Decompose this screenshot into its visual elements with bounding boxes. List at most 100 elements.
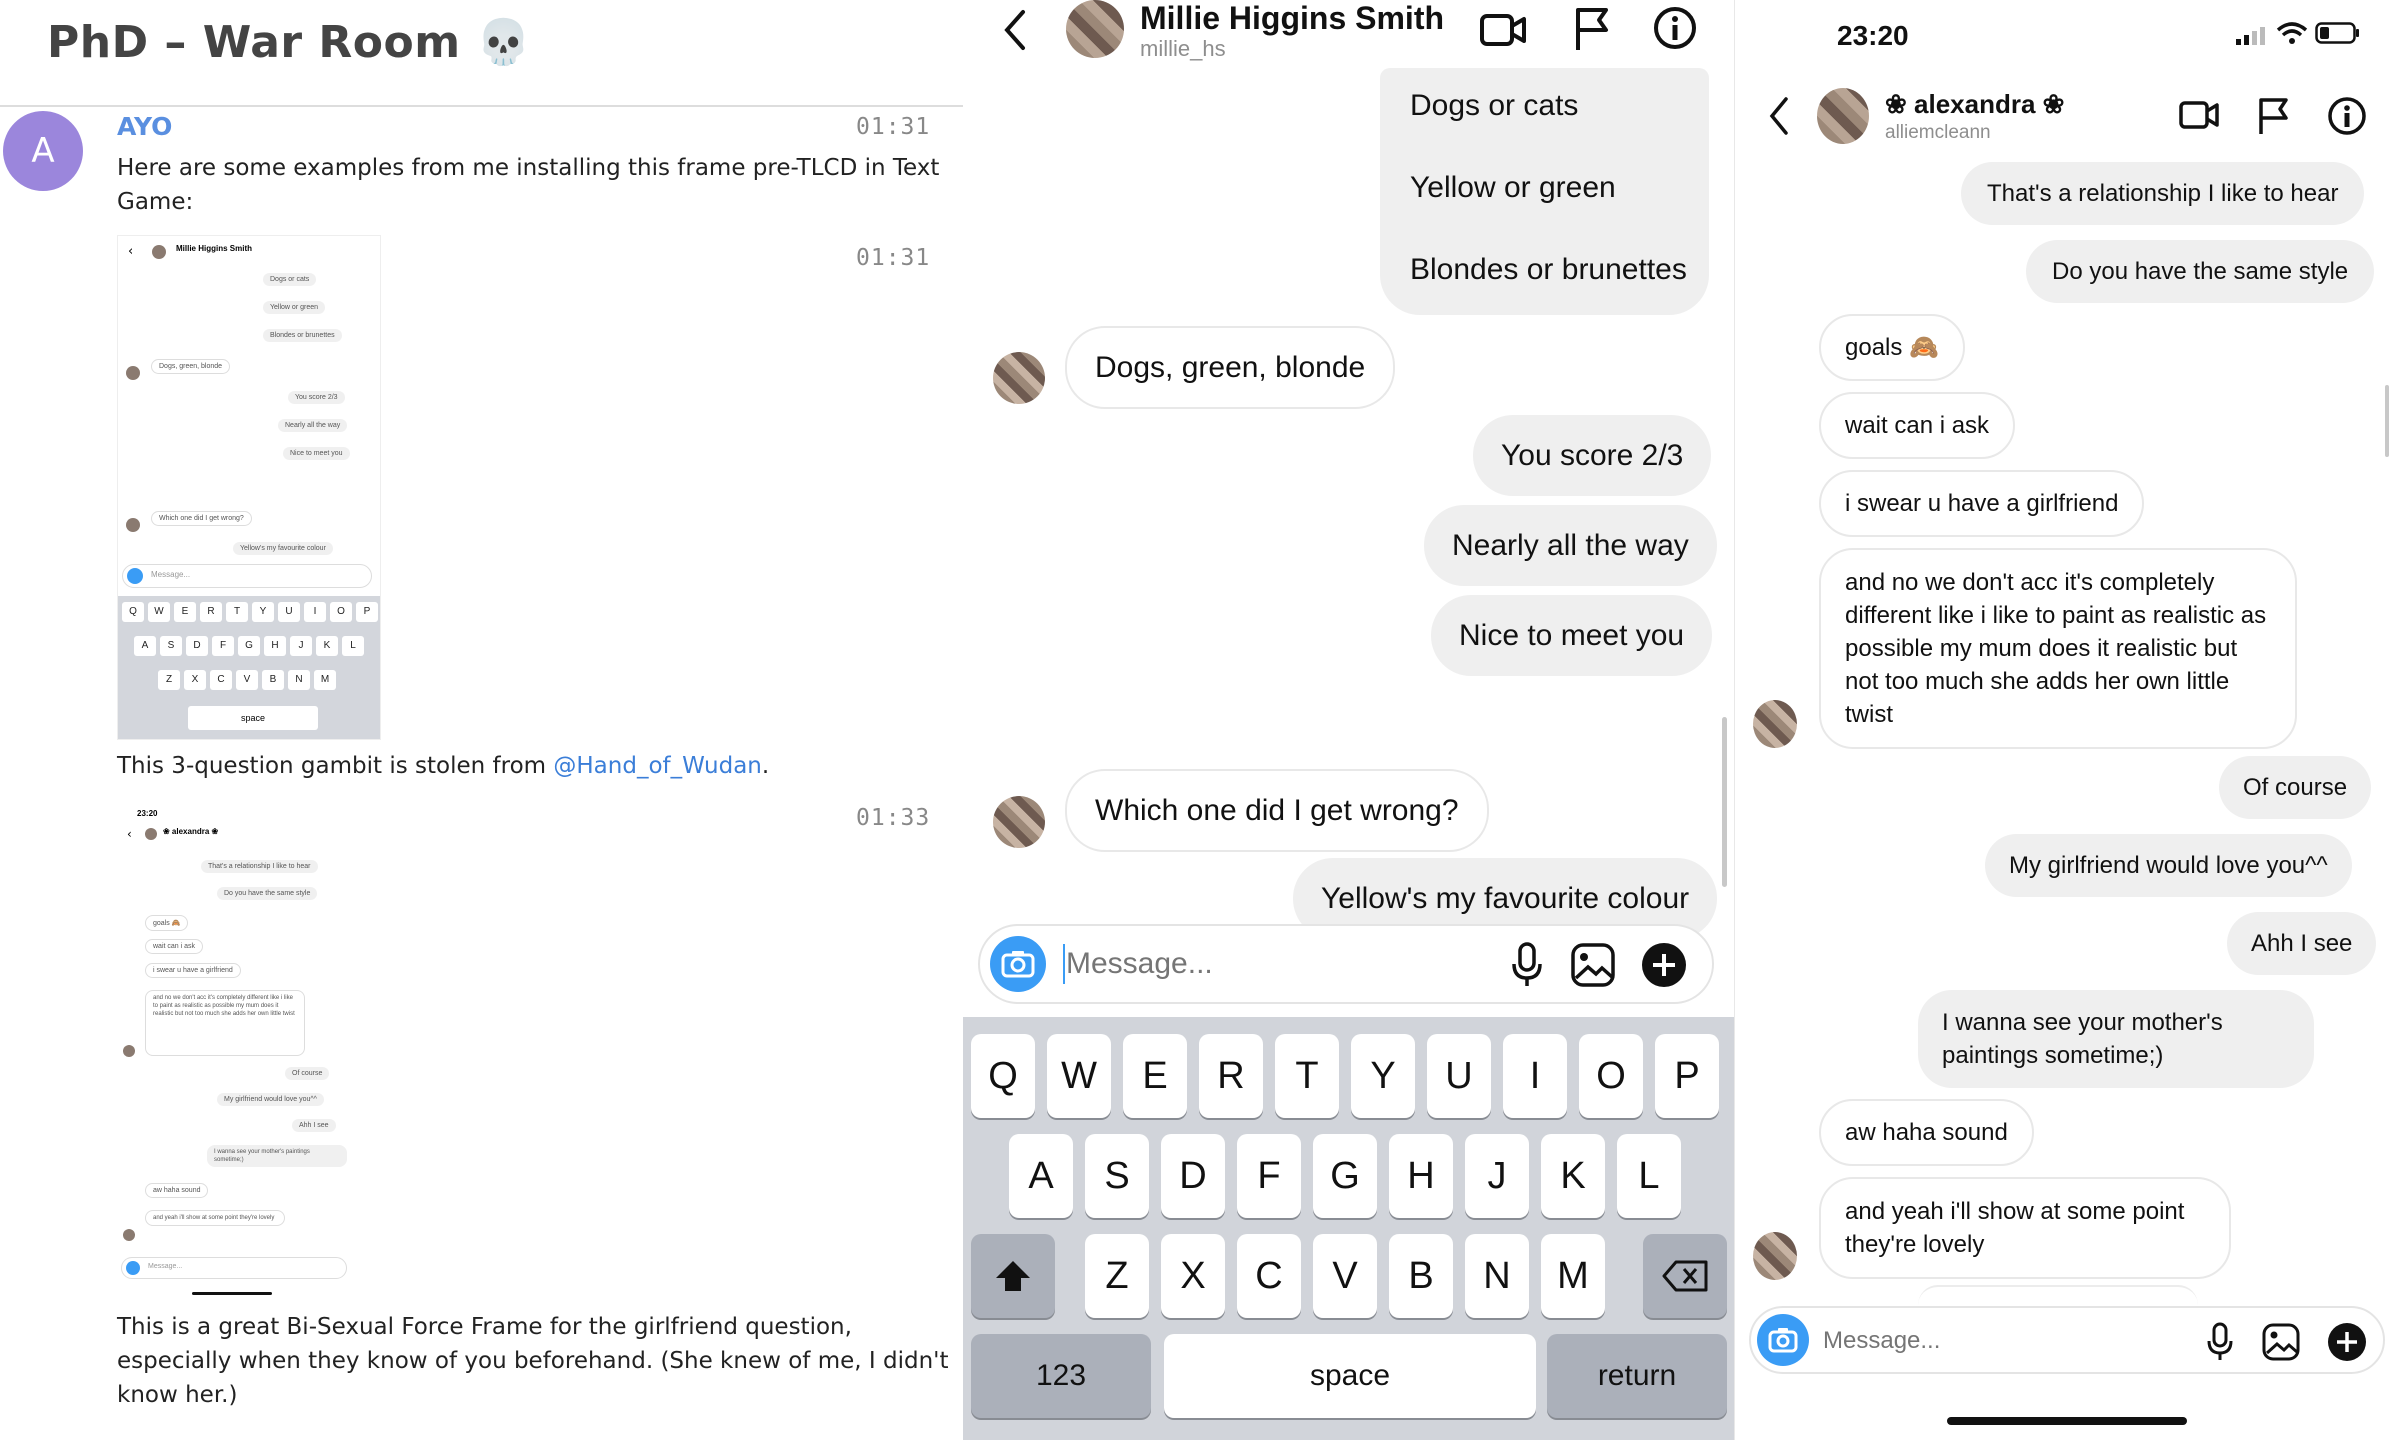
flag-icon[interactable] <box>2257 96 2291 136</box>
avatar <box>126 366 140 380</box>
key-a[interactable]: A <box>1009 1134 1073 1218</box>
flag-icon[interactable] <box>1573 6 1611 52</box>
key-n[interactable]: N <box>1465 1234 1529 1318</box>
key-r[interactable]: R <box>1199 1034 1263 1118</box>
gallery-icon[interactable] <box>2261 1322 2301 1362</box>
avatar <box>145 828 157 840</box>
message-bubble: You score 2/3 <box>1473 415 1712 496</box>
return-key[interactable]: return <box>1547 1334 1727 1418</box>
contact-name[interactable]: Millie Higgins Smith <box>1140 0 1444 37</box>
text-cursor <box>1063 944 1065 984</box>
contact-avatar-small <box>1753 1232 1797 1280</box>
key-x[interactable]: X <box>1161 1234 1225 1318</box>
key-l[interactable]: L <box>1617 1134 1681 1218</box>
key-y[interactable]: Y <box>1351 1034 1415 1118</box>
message-input[interactable] <box>1823 1322 2163 1360</box>
message-timestamp: 01:33 <box>856 805 931 831</box>
author-name[interactable]: AYO <box>117 112 172 141</box>
space-key[interactable]: space <box>1164 1334 1536 1418</box>
onscreen-keyboard: Q W E R T Y U I O P A S D F G H J K L Z … <box>963 1017 1734 1440</box>
message-bubble: Do you have the same style <box>2026 240 2375 304</box>
screenshot-attachment-2[interactable]: 23:20 ‹ ❀ alexandra ❀ That's a relations… <box>117 805 353 1300</box>
back-chevron-icon[interactable] <box>1001 8 1031 52</box>
key-p[interactable]: P <box>1655 1034 1719 1118</box>
shift-key[interactable] <box>971 1234 1055 1318</box>
message-bubble: I wanna see your mother's paintings some… <box>1918 990 2314 1088</box>
back-chevron-icon[interactable] <box>1767 96 1791 136</box>
message-text: Here are some examples from me installin… <box>117 155 940 215</box>
message-bubble: goals 🙈 <box>145 915 189 931</box>
key-c[interactable]: C <box>1237 1234 1301 1318</box>
key-u[interactable]: U <box>1427 1034 1491 1118</box>
key-w[interactable]: W <box>1047 1034 1111 1118</box>
message-bubble: My girlfriend would love you^^ <box>217 1093 324 1106</box>
camera-icon <box>127 568 143 584</box>
message-composer <box>1749 1306 2385 1374</box>
message-input[interactable] <box>1066 942 1466 986</box>
key-m[interactable]: M <box>1541 1234 1605 1318</box>
signal-icon <box>2236 27 2265 45</box>
backspace-key[interactable] <box>1643 1234 1727 1318</box>
avatar <box>123 1229 135 1241</box>
message-bubble: and yeah i'll show at some point they're… <box>145 1210 285 1226</box>
key-g[interactable]: G <box>1313 1134 1377 1218</box>
camera-icon[interactable] <box>1757 1314 1809 1366</box>
screenshot-attachment-1[interactable]: ‹ Millie Higgins Smith Dogs or cats Yell… <box>117 235 381 740</box>
scrollbar-thumb[interactable] <box>1722 717 1727 887</box>
message-bubble: Which one did I get wrong? <box>151 511 252 526</box>
contact-avatar[interactable] <box>1817 88 1869 144</box>
composer: Message... <box>121 1257 347 1279</box>
key-q[interactable]: Q <box>971 1034 1035 1118</box>
key-j[interactable]: J <box>1465 1134 1529 1218</box>
user-mention-link[interactable]: @Hand_of_Wudan <box>553 753 762 779</box>
avatar <box>123 1045 135 1057</box>
contact-avatar[interactable] <box>1066 0 1124 58</box>
mini-keyboard: QWERTYUIOP ASDFGHJKL ZXCVBNM space <box>118 596 380 739</box>
message-bubble: and no we don't acc it's completely diff… <box>145 990 305 1056</box>
key-f[interactable]: F <box>1237 1134 1301 1218</box>
video-call-icon[interactable] <box>2179 98 2219 132</box>
message-bubble: aw haha sound <box>1819 1099 2034 1167</box>
message-text: This 3-question gambit is stolen from @H… <box>117 753 770 779</box>
key-o[interactable]: O <box>1579 1034 1643 1118</box>
grouped-message-bubble: Dogs or cats Yellow or green Blondes or … <box>1380 68 1709 315</box>
instagram-dm-alexandra: 23:20 ❀ alexandra ❀ alliemcleann That's … <box>1734 0 2397 1440</box>
key-d[interactable]: D <box>1161 1134 1225 1218</box>
plus-icon[interactable] <box>2327 1322 2367 1362</box>
message-bubble: You score 2/3 <box>288 391 345 404</box>
info-icon[interactable] <box>2327 96 2367 136</box>
composer-placeholder: Message... <box>148 1263 183 1270</box>
home-indicator <box>1947 1417 2187 1425</box>
key-k[interactable]: K <box>1541 1134 1605 1218</box>
key-v[interactable]: V <box>1313 1234 1377 1318</box>
message-bubble: Do you have the same style <box>217 887 318 900</box>
message-bubble: goals 🙈 <box>1819 314 1965 382</box>
message-bubble: That's a relationship I like to hear <box>201 860 318 873</box>
key-s[interactable]: S <box>1085 1134 1149 1218</box>
key-e[interactable]: E <box>1123 1034 1187 1118</box>
video-call-icon[interactable] <box>1480 10 1526 50</box>
microphone-icon[interactable] <box>2205 1322 2235 1362</box>
microphone-icon[interactable] <box>1510 942 1544 988</box>
key-z[interactable]: Z <box>1085 1234 1149 1318</box>
header-divider <box>0 105 963 107</box>
info-icon[interactable] <box>1653 6 1697 50</box>
message-bubble: Of course <box>285 1067 330 1080</box>
author-avatar[interactable]: A <box>3 111 83 191</box>
gallery-icon[interactable] <box>1570 942 1616 988</box>
plus-icon[interactable] <box>1641 942 1687 988</box>
numbers-key[interactable]: 123 <box>971 1334 1151 1418</box>
shift-icon <box>996 1261 1030 1291</box>
avatar <box>126 518 140 532</box>
key-i[interactable]: I <box>1503 1034 1567 1118</box>
key-t[interactable]: T <box>1275 1034 1339 1118</box>
key-h[interactable]: H <box>1389 1134 1453 1218</box>
back-chevron-icon: ‹ <box>127 827 132 841</box>
scrollbar-thumb[interactable] <box>2385 385 2389 457</box>
status-time: 23:20 <box>1837 20 1909 51</box>
message-bubble-partial <box>1918 1285 2198 1305</box>
contact-name[interactable]: ❀ alexandra ❀ <box>1885 89 2064 120</box>
key-b[interactable]: B <box>1389 1234 1453 1318</box>
camera-icon[interactable] <box>990 936 1046 992</box>
contact-avatar-small <box>993 796 1045 848</box>
